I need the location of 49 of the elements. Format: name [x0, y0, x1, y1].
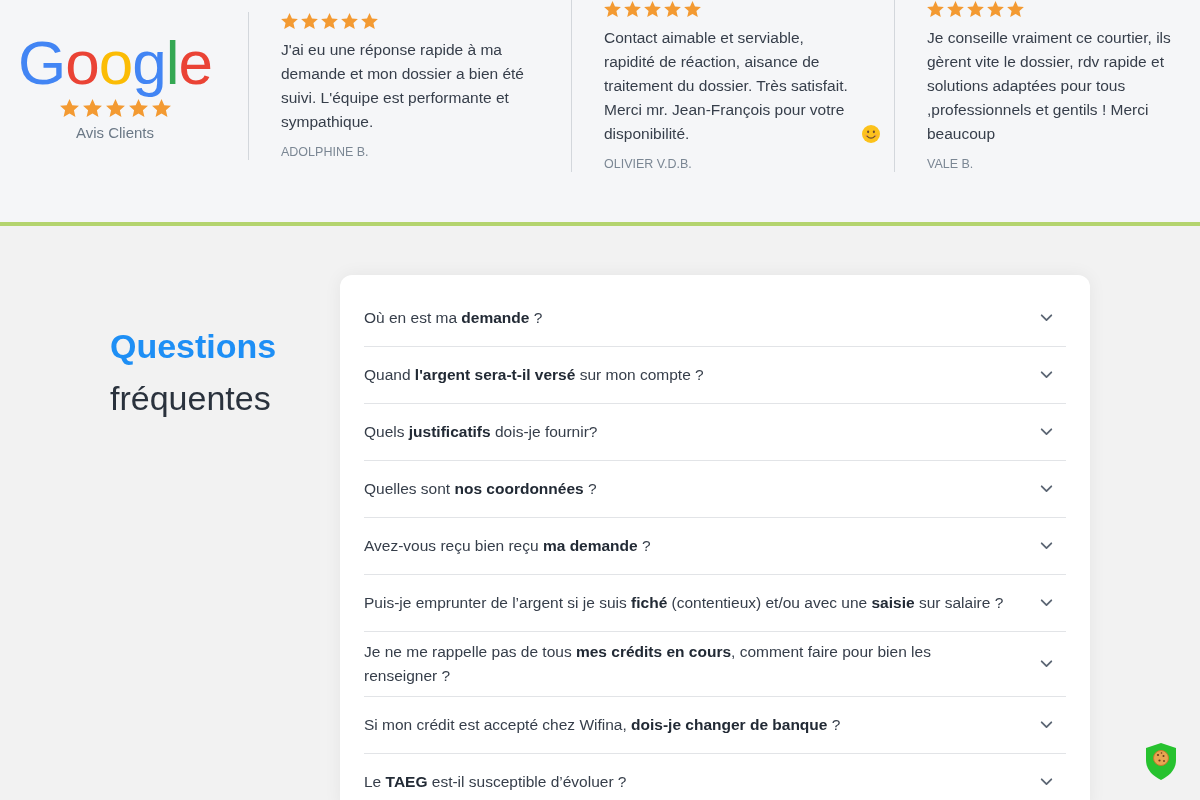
star-icon — [281, 13, 298, 29]
faq-title-accent: Questions — [110, 326, 277, 367]
star-icon — [927, 1, 944, 17]
chevron-down-icon — [1040, 371, 1053, 379]
faq-question[interactable]: Le TAEG est-il susceptible d’évoluer ? — [364, 754, 1066, 800]
chevron-down-icon — [1040, 542, 1053, 550]
faq-question[interactable]: Quels justificatifs dois-je fournir? — [364, 404, 1066, 460]
review-text: Contact aimable et serviable, rapidité de réaction, aisance de traitement du dossier. Très satisfait. Merci mr. Jean-François pour votre disponibilité. — [604, 28, 849, 144]
star-icon — [684, 1, 701, 17]
chevron-down-icon — [1040, 778, 1053, 786]
star-icon — [987, 1, 1004, 17]
faq-question[interactable]: Avez-vous reçu bien reçu ma demande ? — [364, 518, 1066, 574]
review-text: J'ai eu une réponse rapide à ma demande et mon dossier a bien été suivi. L'équipe est performante et sympathique. — [281, 40, 525, 132]
star-icon — [341, 13, 358, 29]
google-logo: Google — [18, 30, 212, 96]
star-icon — [59, 99, 79, 117]
star-icon — [301, 13, 318, 29]
star-icon — [664, 1, 681, 17]
star-icon — [128, 99, 148, 117]
star-icon — [151, 99, 171, 117]
chevron-down-icon — [1040, 721, 1053, 729]
review-author: VALE B. — [927, 156, 974, 172]
star-icon — [361, 13, 378, 29]
star-icon — [1007, 1, 1024, 17]
chevron-down-icon — [1040, 428, 1053, 436]
review-text: Je conseille vraiment ce courtier, ils gèrent vite le dossier, rdv rapide et solutions adaptées pour tous ,professionnels et gentils ! Merci beaucoup — [927, 28, 1172, 144]
faq-question[interactable]: Quelles sont nos coordonnées ? — [364, 461, 1066, 517]
chevron-down-icon — [1040, 485, 1053, 493]
chevron-down-icon — [1040, 314, 1053, 322]
faq-question[interactable]: Où en est ma demande ? — [364, 290, 1066, 346]
star-icon — [947, 1, 964, 17]
star-icon — [967, 1, 984, 17]
star-icon — [82, 99, 102, 117]
star-icon — [105, 99, 125, 117]
faq-title: fréquentes — [110, 378, 271, 419]
faq-question[interactable]: Si mon crédit est accepté chez Wifina, dois-je changer de banque ? — [364, 697, 1066, 753]
faq-question[interactable]: Je ne me rappelle pas de tous mes crédits en cours, comment faire pour bien les renseigner ? — [364, 632, 1066, 696]
review-author: ADOLPHINE B. — [281, 144, 369, 160]
faq-question[interactable]: Puis-je emprunter de l’argent si je suis fiché (contentieux) et/ou avec une saisie sur salaire ? — [364, 575, 1066, 631]
cookie-shield-icon[interactable] — [1146, 743, 1176, 780]
star-icon — [604, 1, 621, 17]
faq-question[interactable]: Quand l'argent sera-t-il versé sur mon compte ? — [364, 347, 1066, 403]
chevron-down-icon — [1040, 660, 1053, 668]
chevron-down-icon — [1040, 599, 1053, 607]
star-icon — [321, 13, 338, 29]
star-icon — [644, 1, 661, 17]
star-icon — [624, 1, 641, 17]
badge-label: Avis Clients — [75, 124, 155, 142]
review-author: OLIVIER V.D.B. — [604, 156, 692, 172]
